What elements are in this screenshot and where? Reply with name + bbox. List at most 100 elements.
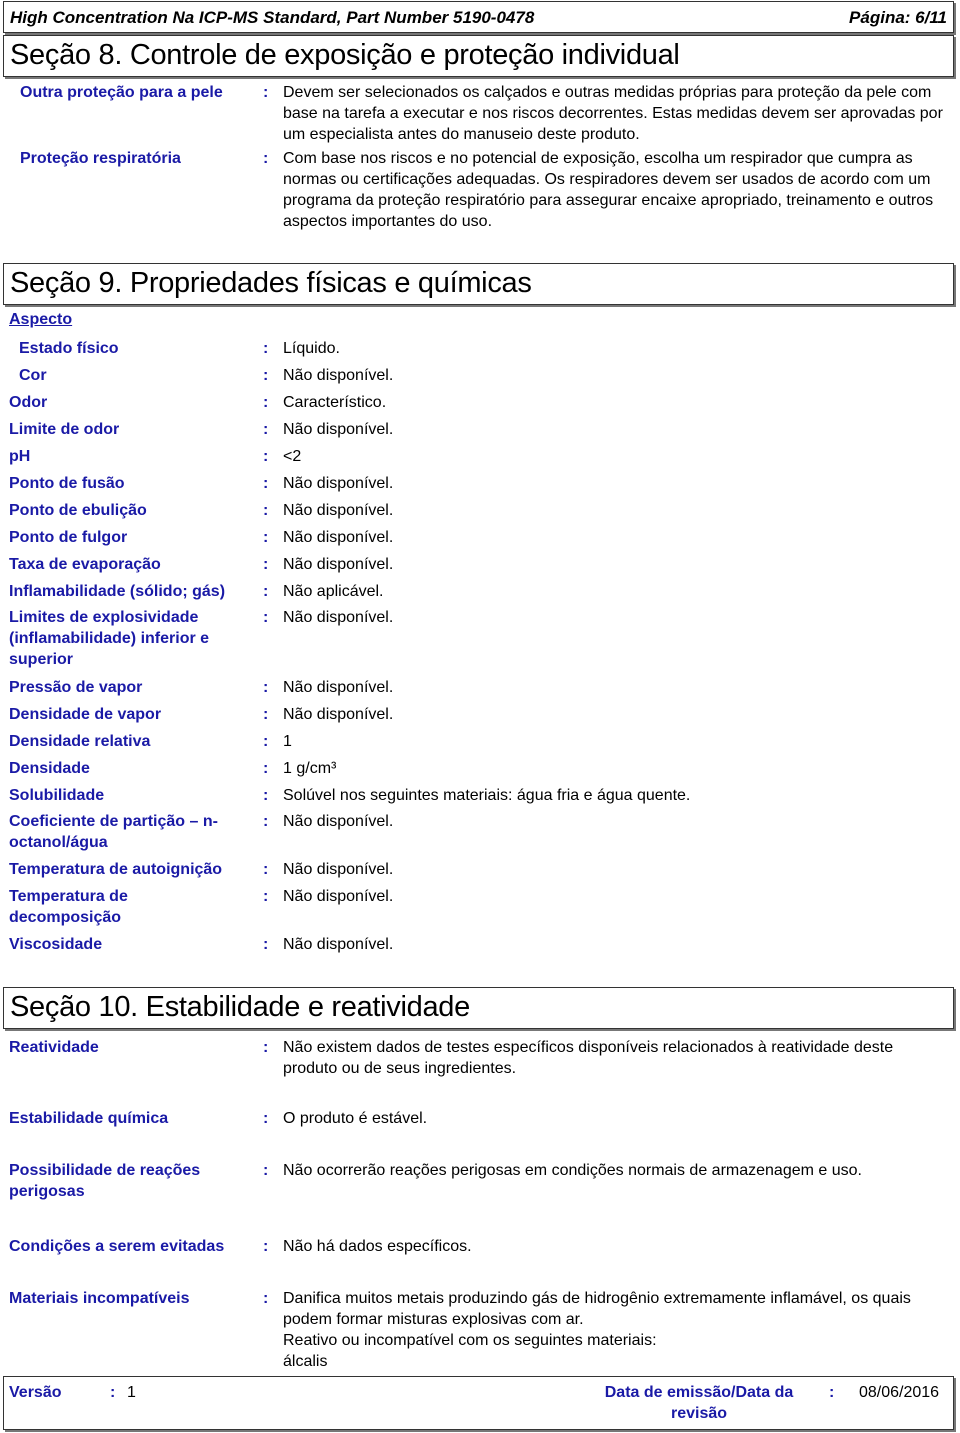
separator: :: [263, 84, 269, 101]
property-value: Não disponível.: [283, 475, 394, 492]
property-value: Não disponível.: [283, 529, 394, 546]
date-label: Data de emissão/Data da revisão: [604, 1384, 794, 1422]
property-label: Proteção respiratória: [20, 150, 181, 167]
property-value-line: Danifica muitos metais produzindo gás de…: [283, 1290, 911, 1328]
property-label: Densidade relativa: [9, 733, 151, 750]
separator: :: [263, 1238, 269, 1255]
date-value: 08/06/2016: [859, 1384, 940, 1401]
separator: :: [263, 787, 269, 804]
property-value-line: álcalis: [283, 1353, 328, 1370]
property-label: Coeficiente de partição – n-octanol/água: [9, 813, 218, 851]
version-label: Versão: [9, 1384, 62, 1401]
property-value: Não aplicável.: [283, 583, 384, 600]
property-value: O produto é estável.: [283, 1110, 428, 1127]
property-value: Com base nos riscos e no potencial de ex…: [283, 150, 934, 230]
separator: :: [263, 367, 269, 384]
separator: :: [263, 861, 269, 878]
property-label: Inflamabilidade (sólido; gás): [9, 583, 226, 600]
property-label: Taxa de evaporação: [9, 556, 161, 573]
separator: :: [263, 706, 269, 723]
document-title: High Concentration Na ICP-MS Standard, P…: [10, 8, 535, 27]
property-label: Temperatura de decomposição: [9, 888, 128, 926]
page-footer: Versão : 1 Data de emissão/Data da revis…: [3, 1376, 954, 1430]
separator: :: [263, 733, 269, 750]
property-value: Não disponível.: [283, 421, 394, 438]
separator: :: [263, 556, 269, 573]
separator: :: [263, 1039, 269, 1056]
property-label: Possibilidade de reações perigosas: [9, 1162, 201, 1200]
property-value: Líquido.: [283, 340, 340, 357]
property-label: pH: [9, 448, 31, 465]
separator: :: [263, 936, 269, 953]
property-value: Característico.: [283, 394, 387, 411]
property-label: Ponto de fusão: [9, 475, 125, 492]
separator: :: [263, 1110, 269, 1127]
property-value: Não disponível.: [283, 609, 394, 626]
separator: :: [263, 150, 269, 167]
separator: :: [263, 1162, 269, 1179]
separator: :: [263, 529, 269, 546]
property-label: Temperatura de autoignição: [9, 861, 223, 878]
property-label: Densidade de vapor: [9, 706, 162, 723]
property-value: Não disponível.: [283, 813, 394, 830]
property-label: Solubilidade: [9, 787, 105, 804]
property-label: Condições a serem evitadas: [9, 1238, 225, 1255]
page-number: Página: 6/11: [849, 8, 947, 27]
property-value: Não disponível.: [283, 706, 394, 723]
separator: :: [263, 888, 269, 905]
property-value: Não disponível.: [283, 367, 394, 384]
separator: :: [263, 475, 269, 492]
separator: :: [263, 502, 269, 519]
subheading-aspecto: Aspecto: [9, 311, 73, 328]
property-label: Ponto de fulgor: [9, 529, 128, 546]
property-label: Ponto de ebulição: [9, 502, 147, 519]
separator: :: [263, 583, 269, 600]
section-8-heading: Seção 8. Controle de exposição e proteçã…: [3, 35, 954, 77]
section-title: Seção 9. Propriedades físicas e químicas: [10, 267, 532, 299]
property-value: Não existem dados de testes específicos …: [283, 1039, 894, 1077]
property-label: Estabilidade química: [9, 1110, 169, 1127]
property-value: Não há dados específicos.: [283, 1238, 472, 1255]
property-label: Reatividade: [9, 1039, 99, 1056]
property-label: Estado físico: [19, 340, 119, 357]
property-label: Materiais incompatíveis: [9, 1290, 190, 1307]
property-value: Não disponível.: [283, 936, 394, 953]
property-value: 1: [283, 733, 292, 750]
property-label: Outra proteção para a pele: [20, 84, 223, 101]
property-value: Não disponível.: [283, 502, 394, 519]
separator: :: [263, 1290, 269, 1307]
property-value: Não disponível.: [283, 556, 394, 573]
separator: :: [263, 448, 269, 465]
section-10-heading: Seção 10. Estabilidade e reatividade: [3, 987, 954, 1029]
property-label: Odor: [9, 394, 48, 411]
property-label: Cor: [19, 367, 47, 384]
property-value: Não ocorrerão reações perigosas em condi…: [283, 1162, 862, 1179]
separator: :: [263, 394, 269, 411]
separator: :: [263, 421, 269, 438]
property-value: Não disponível.: [283, 861, 394, 878]
page-header: High Concentration Na ICP-MS Standard, P…: [3, 1, 954, 33]
property-value-line: Reativo ou incompatível com os seguintes…: [283, 1332, 657, 1349]
separator: :: [263, 609, 269, 626]
property-label: Pressão de vapor: [9, 679, 143, 696]
separator: :: [263, 340, 269, 357]
separator: :: [110, 1384, 116, 1401]
section-9-heading: Seção 9. Propriedades físicas e químicas: [3, 263, 954, 305]
property-value: 1 g/cm³: [283, 760, 337, 777]
section-title: Seção 8. Controle de exposição e proteçã…: [10, 39, 680, 71]
version-value: 1: [127, 1384, 136, 1401]
property-value: Solúvel nos seguintes materiais: água fr…: [283, 787, 691, 804]
separator: :: [829, 1384, 835, 1401]
property-label: Limites de explosividade (inflamabilidad…: [9, 609, 210, 668]
separator: :: [263, 813, 269, 830]
property-label: Viscosidade: [9, 936, 103, 953]
section-title: Seção 10. Estabilidade e reatividade: [10, 991, 470, 1023]
separator: :: [263, 679, 269, 696]
property-value: Devem ser selecionados os calçados e out…: [283, 84, 943, 143]
property-value: Não disponível.: [283, 888, 394, 905]
separator: :: [263, 760, 269, 777]
property-value: <2: [283, 448, 302, 465]
property-value: Danifica muitos metais produzindo gás de…: [283, 1288, 943, 1372]
property-label: Densidade: [9, 760, 90, 777]
property-value: Não disponível.: [283, 679, 394, 696]
